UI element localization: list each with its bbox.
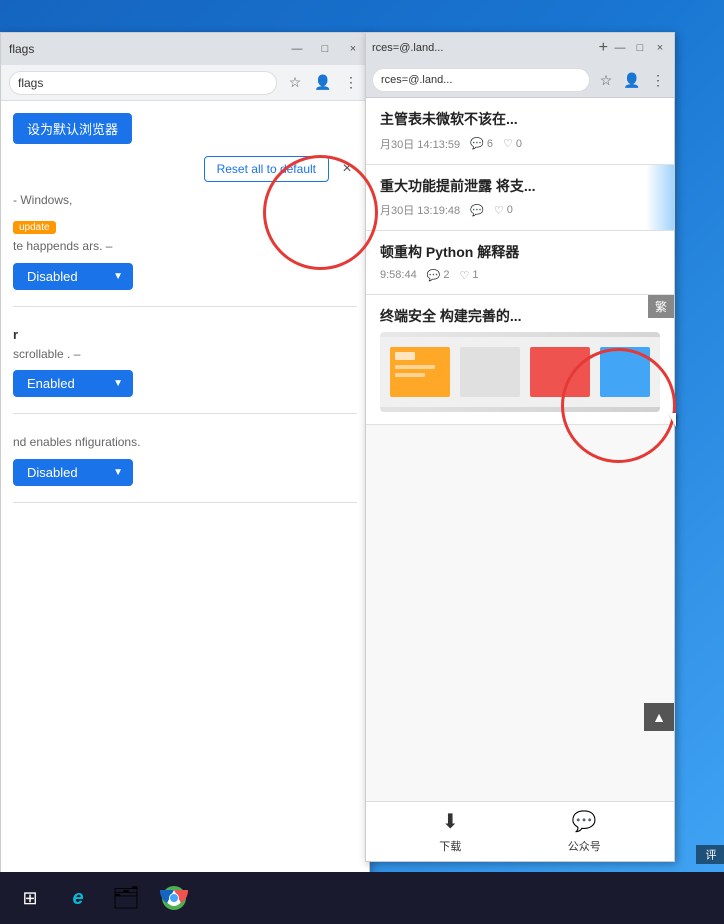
taskbar: ⊞ e 🗂: [0, 872, 724, 924]
wechat-official-button[interactable]: 💬 公众号: [568, 809, 601, 854]
flag-item-2: r scrollable . – Default Enabled Disable…: [13, 327, 357, 415]
right-close-button[interactable]: ×: [652, 40, 668, 56]
right-toolbar: rces=@.land... ☆ 👤 ⋮: [366, 63, 674, 97]
flag-tag-1: update: [13, 221, 56, 234]
edge-button[interactable]: e: [56, 876, 100, 920]
news-meta-3: 9:58:44 💬 2 ♡ 1: [380, 269, 660, 282]
news-item-3[interactable]: 顿重构 Python 解释器 9:58:44 💬 2 ♡ 1: [366, 231, 674, 295]
news-title-4: 终端安全 构建完善的...: [380, 307, 660, 327]
news-title-2: 重大功能提前泄露 将支...: [380, 177, 660, 197]
comment-icon-1: 💬 6: [470, 137, 493, 150]
flag-select-wrap-3: Default Enabled Disabled ▼: [13, 459, 133, 486]
flag-title-2: r: [13, 327, 357, 342]
explorer-button[interactable]: 🗂: [104, 876, 148, 920]
right-minimize-button[interactable]: —: [612, 40, 628, 56]
right-tab-row: rces=@.land... + — □ ×: [366, 33, 674, 63]
download-icon: ⬇: [442, 809, 459, 834]
news-title-1: 主管表未微软不该在...: [380, 110, 660, 130]
flags-content: 设为默认浏览器 Reset all to default × - Windows…: [1, 101, 369, 891]
flag-select-wrap-2: Default Enabled Disabled ▼: [13, 370, 133, 397]
like-icon-1: ♡ 0: [503, 137, 522, 150]
flag-item-1: - Windows, update te happends ars. – Def…: [13, 192, 357, 307]
wechat-label: 公众号: [568, 838, 601, 854]
new-tab-button[interactable]: +: [599, 39, 608, 57]
news-item-4[interactable]: 终端安全 构建完善的... 繁: [366, 295, 674, 426]
avatar-icon[interactable]: 👤: [313, 73, 333, 93]
news-meta-1: 月30日 14:13:59 💬 6 ♡ 0: [380, 136, 660, 152]
maximize-button[interactable]: □: [317, 41, 333, 57]
right-titlebar-area: rces=@.land... + — □ × rces=@.land... ☆ …: [366, 33, 674, 98]
news-content: 主管表未微软不该在... 月30日 14:13:59 💬 6 ♡ 0 重大功能提…: [366, 98, 674, 801]
reset-close-button[interactable]: ×: [337, 159, 357, 179]
right-avatar-icon[interactable]: 👤: [622, 70, 642, 90]
flag-desc-2: scrollable . –: [13, 346, 357, 363]
flag-desc-1: te happends ars. –: [13, 238, 357, 255]
left-toolbar: flags ☆ 👤 ⋮: [1, 65, 369, 101]
wechat-icon: 💬: [572, 809, 597, 834]
flag-platform-1: - Windows,: [13, 192, 357, 209]
news-item-2[interactable]: 重大功能提前泄露 将支... 月30日 13:19:48 💬 ♡ 0: [366, 165, 674, 232]
close-button[interactable]: ×: [345, 41, 361, 57]
right-menu-icon[interactable]: ⋮: [648, 70, 668, 90]
news-image-4: [380, 332, 660, 412]
task-view-button[interactable]: ⊞: [8, 876, 52, 920]
news-bottom-bar: ⬇ 下载 💬 公众号: [366, 801, 674, 861]
reset-all-button[interactable]: Reset all to default: [204, 156, 329, 182]
chrome-left-window: flags — □ × flags ☆ 👤 ⋮ 设为默认浏览器 Reset al…: [0, 32, 370, 892]
reset-bar: Reset all to default ×: [13, 156, 357, 182]
traditional-chinese-button[interactable]: 繁: [648, 295, 674, 318]
news-thumbnail-svg: [380, 337, 660, 407]
flag-select-3[interactable]: Default Enabled Disabled: [13, 459, 133, 486]
minimize-button[interactable]: —: [289, 41, 305, 57]
chrome-button[interactable]: [152, 876, 196, 920]
download-label: 下载: [439, 838, 461, 854]
right-maximize-button[interactable]: □: [632, 40, 648, 56]
flag-select-wrap-1: Default Enabled Disabled ▼: [13, 263, 133, 290]
news-title-3: 顿重构 Python 解释器: [380, 243, 660, 263]
like-icon-2: ♡ 0: [494, 204, 513, 217]
address-bar-left[interactable]: flags: [9, 71, 277, 95]
scroll-highlight: [646, 165, 674, 231]
comment-icon-3: 💬 2: [427, 269, 450, 282]
flag-select-1[interactable]: Default Enabled Disabled: [13, 263, 133, 290]
menu-icon[interactable]: ⋮: [341, 73, 361, 93]
flag-desc-3: nd enables nfigurations.: [13, 434, 357, 451]
chrome-icon: [160, 884, 188, 912]
flag-item-3: nd enables nfigurations. Default Enabled…: [13, 434, 357, 503]
like-icon-3: ♡ 1: [460, 269, 479, 282]
news-item-1[interactable]: 主管表未微软不该在... 月30日 14:13:59 💬 6 ♡ 0: [366, 98, 674, 165]
star-icon[interactable]: ☆: [285, 73, 305, 93]
left-tab-title: flags: [9, 42, 34, 56]
left-window-controls: — □ ×: [289, 41, 361, 57]
right-tab-title: rces=@.land...: [372, 42, 595, 54]
download-button[interactable]: ⬇ 下载: [439, 809, 461, 854]
news-meta-2: 月30日 13:19:48 💬 ♡ 0: [380, 202, 660, 218]
flag-select-2[interactable]: Default Enabled Disabled: [13, 370, 133, 397]
scroll-up-button[interactable]: ▲: [644, 703, 674, 731]
right-star-icon[interactable]: ☆: [596, 70, 616, 90]
right-address-bar[interactable]: rces=@.land...: [372, 68, 590, 92]
comment-icon-2: 💬: [470, 204, 484, 217]
eval-badge: 评: [696, 845, 724, 864]
chrome-right-window: rces=@.land... + — □ × rces=@.land... ☆ …: [365, 32, 675, 862]
left-titlebar: flags — □ ×: [1, 33, 369, 65]
set-default-button[interactable]: 设为默认浏览器: [13, 113, 132, 144]
